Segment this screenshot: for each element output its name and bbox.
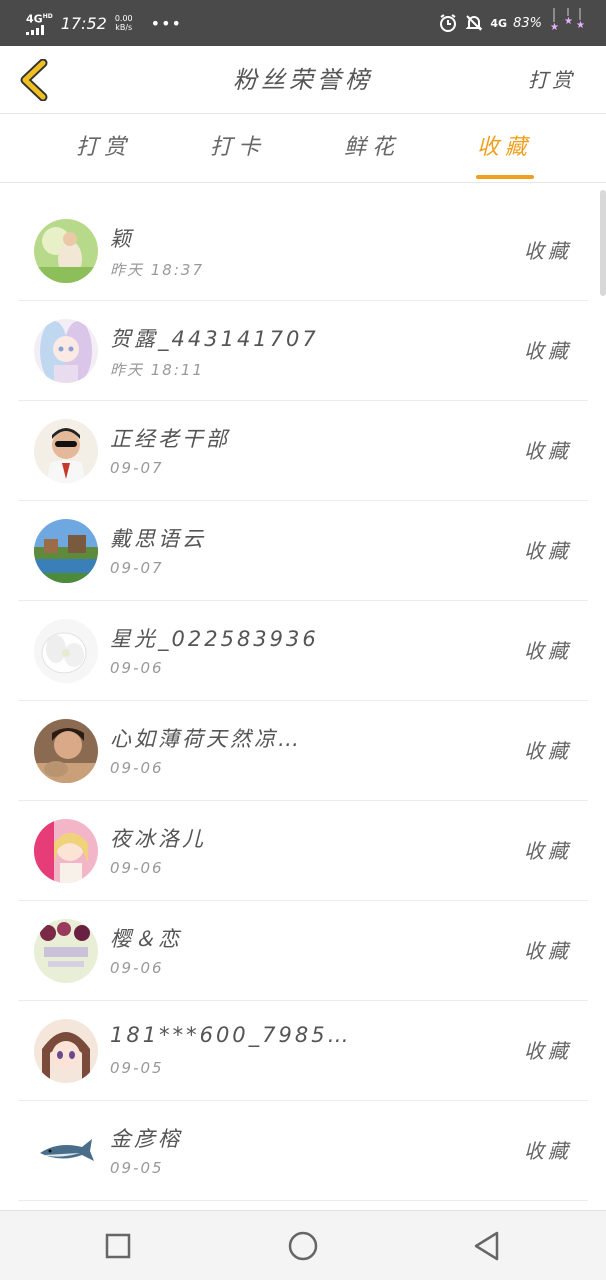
page-title: 粉丝荣誉榜 [233,66,373,94]
header: 粉丝荣誉榜 打赏 [0,46,606,114]
fan-list: 颖 昨天 18:37 收藏 贺露_443141707 昨天 18:11 收藏 正… [0,201,606,1201]
list-item[interactable]: 戴思语云 09-07 收藏 [18,501,588,601]
status-bar: 4GHD 17:52 0.00 kB/s ••• 4G 83% ★ ★ ★ [0,0,606,46]
tab-bar: 打赏 打卡 鲜花 收藏 [0,115,606,183]
fan-time: 昨天 18:37 [110,261,204,279]
avatar [34,319,98,383]
avatar [34,819,98,883]
fan-time: 09-07 [110,459,164,477]
list-item[interactable]: 樱＆恋 09-06 收藏 [18,901,588,1001]
battery-level: 83% [513,15,542,31]
mute-notification-icon [464,13,484,33]
fan-name: 金彦榕 [110,1127,182,1151]
avatar [34,619,98,683]
circle-icon [288,1231,318,1261]
decor-stars-icon: ★ ★ ★ [548,8,588,38]
list-item[interactable]: 星光_022583936 09-06 收藏 [18,601,588,701]
recent-apps-button[interactable] [98,1226,138,1266]
avatar [34,1119,98,1183]
scrollbar[interactable] [600,190,606,296]
list-item[interactable]: 颖 昨天 18:37 收藏 [18,201,588,301]
signal-indicator: 4GHD [26,11,53,35]
svg-text:★: ★ [550,22,559,33]
fan-name: 樱＆恋 [110,927,182,951]
action-label: 收藏 [524,339,572,363]
fan-name: 心如薄荷天然凉… [110,727,302,751]
action-label: 收藏 [524,839,572,863]
action-label: 收藏 [524,939,572,963]
fan-time: 昨天 18:11 [110,361,204,379]
list-item[interactable]: 金彦榕 09-05 收藏 [18,1101,588,1201]
alarm-icon [438,13,458,33]
list-item[interactable]: 正经老干部 09-07 收藏 [18,401,588,501]
network-type: 4G [490,16,508,30]
fan-name: 戴思语云 [110,527,206,551]
avatar [34,519,98,583]
fan-name: 夜冰洛儿 [110,827,206,851]
reward-button[interactable]: 打赏 [528,46,576,114]
more-notifications-icon: ••• [150,13,182,33]
tab-flowers[interactable]: 鲜花 [344,115,400,183]
list-item[interactable]: 心如薄荷天然凉… 09-06 收藏 [18,701,588,801]
fan-name: 181***600_7985… [110,1023,350,1047]
avatar [34,419,98,483]
avatar [34,919,98,983]
svg-text:★: ★ [576,20,585,31]
action-label: 收藏 [524,1039,572,1063]
action-label: 收藏 [524,1139,572,1163]
fan-name: 正经老干部 [110,427,230,451]
back-nav-button[interactable] [466,1226,506,1266]
tab-checkin[interactable]: 打卡 [210,115,266,183]
fan-time: 09-05 [110,1059,164,1077]
home-button[interactable] [283,1226,323,1266]
fan-name: 颖 [110,227,134,251]
avatar [34,719,98,783]
list-item[interactable]: 贺露_443141707 昨天 18:11 收藏 [18,301,588,401]
square-icon [105,1233,131,1259]
list-item[interactable]: 181***600_7985… 09-05 收藏 [18,1001,588,1101]
avatar [34,219,98,283]
tab-favorites[interactable]: 收藏 [476,115,534,183]
action-label: 收藏 [524,739,572,763]
fan-time: 09-06 [110,659,164,677]
fan-time: 09-06 [110,859,164,877]
fan-name: 星光_022583936 [110,627,319,651]
tab-reward[interactable]: 打赏 [76,115,132,183]
action-label: 收藏 [524,239,572,263]
list-item[interactable]: 夜冰洛儿 09-06 收藏 [18,801,588,901]
system-nav-bar [0,1210,606,1280]
fan-time: 09-07 [110,559,164,577]
action-label: 收藏 [524,439,572,463]
fan-time: 09-05 [110,1159,164,1177]
active-tab-indicator [476,175,534,179]
signal-bars-icon [26,24,44,35]
avatar [34,1019,98,1083]
svg-text:★: ★ [564,16,573,27]
action-label: 收藏 [524,639,572,663]
fan-name: 贺露_443141707 [110,327,319,351]
status-time: 17:52 [60,13,107,33]
fan-time: 09-06 [110,759,164,777]
triangle-back-icon [474,1231,499,1261]
action-label: 收藏 [524,539,572,563]
network-speed: 0.00 kB/s [114,14,133,32]
fan-time: 09-06 [110,959,164,977]
